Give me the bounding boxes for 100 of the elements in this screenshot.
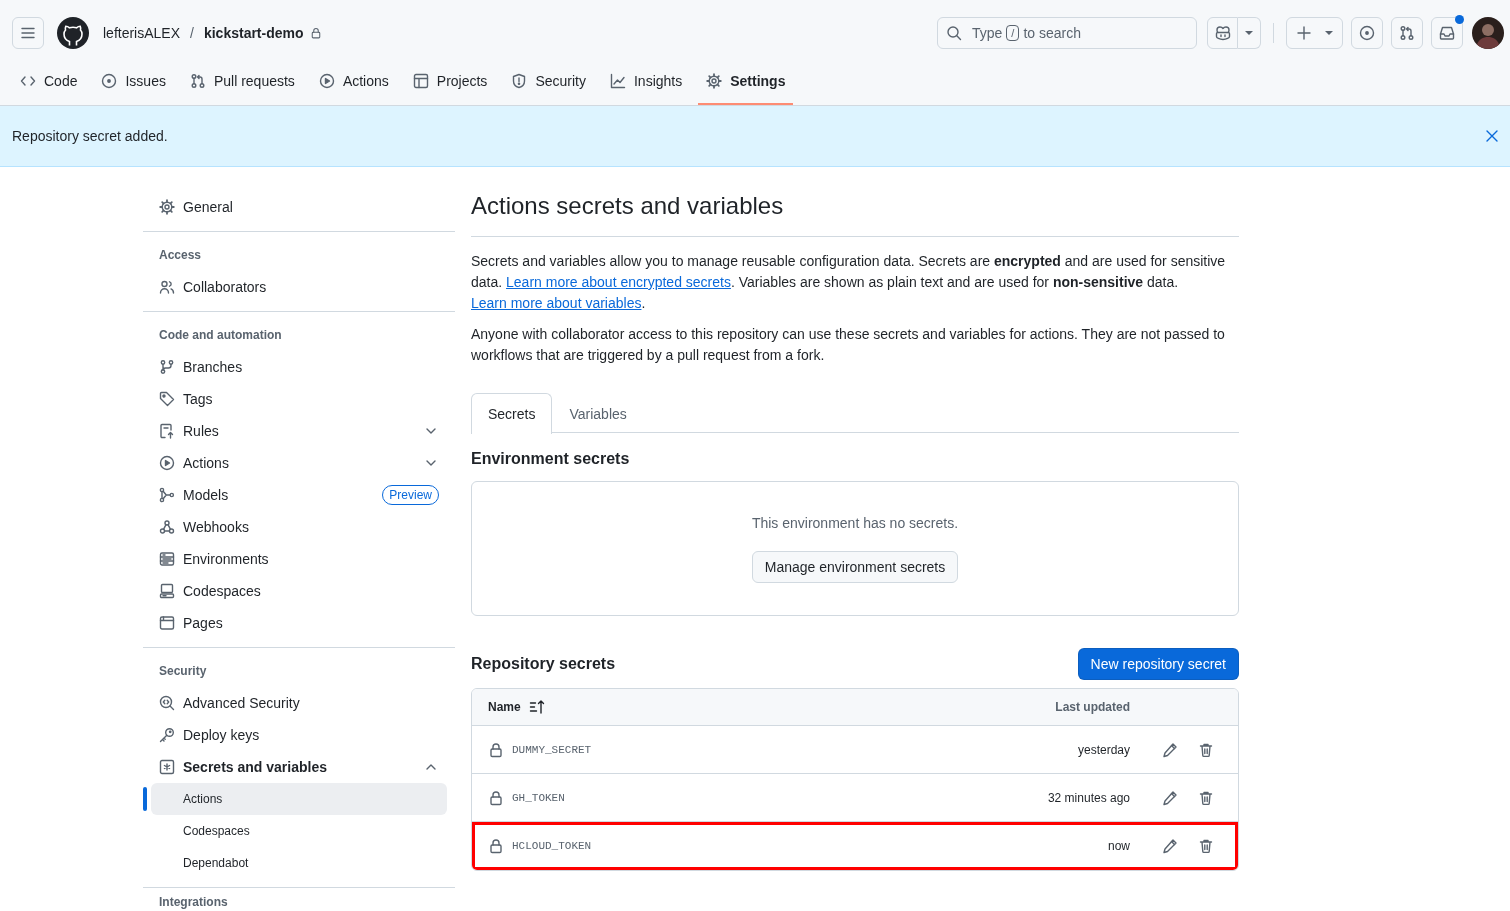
tab[interactable]: Variables [552, 393, 644, 434]
section-heading: Code and automation [158, 327, 283, 343]
path-separator: / [190, 25, 194, 41]
sidebar-item[interactable]: Deploy keys [151, 719, 447, 751]
repo-tab[interactable]: Projects [404, 65, 496, 105]
description-text: Secrets and variables allow you to manage reusable configuration data. Secrets are encrypted and are used for sensitive data. Learn more about encrypted secrets. Variables are shown as plain text and are used for non-sensitive data. Learn more about variables. [471, 252, 1227, 313]
section-heading: Repository secrets [471, 654, 616, 674]
branch-icon [159, 359, 175, 375]
trash-icon [1198, 741, 1214, 758]
sidebar-item[interactable]: Collaborators [151, 271, 447, 303]
close-button[interactable] [1484, 128, 1500, 144]
owner-link[interactable]: lefterisALEX [103, 25, 181, 41]
trash-icon [1198, 789, 1214, 806]
server-icon [159, 551, 175, 567]
pull-request-icon [1399, 25, 1415, 41]
sidebar-item[interactable]: Actions [151, 447, 447, 479]
sidebar-item[interactable]: Branches [151, 351, 447, 383]
play-icon [318, 72, 335, 89]
magnifier-code-icon [159, 695, 175, 711]
sidebar-item[interactable]: Dependabot [151, 847, 447, 879]
sidebar-item[interactable]: Advanced Security [151, 687, 447, 719]
secret-name: GH_TOKEN [512, 791, 566, 804]
sidebar-item[interactable]: General [151, 191, 447, 223]
menu-button[interactable] [12, 17, 44, 49]
manage-button[interactable]: Manage environment secrets [751, 551, 959, 583]
section-heading: Access [158, 247, 203, 263]
pull-request-icon [189, 72, 206, 89]
plus-icon [1296, 25, 1312, 41]
caret-icon [1325, 31, 1333, 35]
selection-indicator [143, 787, 147, 811]
trash-icon [1198, 838, 1214, 854]
table-icon [412, 72, 429, 89]
sidebar-item[interactable]: Actions [151, 783, 447, 815]
play-icon [159, 455, 175, 471]
gear-icon [159, 199, 175, 215]
caret-icon [1245, 31, 1253, 35]
sidebar-item[interactable]: Webhooks [151, 511, 447, 543]
pull-requests-button[interactable] [1391, 17, 1423, 49]
repo-tab[interactable]: Issues [93, 65, 174, 105]
repo-tab[interactable]: Security [503, 65, 594, 105]
repo-tab[interactable]: Pull requests [181, 65, 303, 105]
sidebar-item[interactable]: Environments [151, 543, 447, 575]
tag-icon [159, 391, 175, 407]
page-title: Actions secrets and variables [471, 191, 1239, 237]
updated-time: now [1108, 839, 1130, 853]
docs-link[interactable]: Learn more about encrypted secrets [506, 274, 731, 290]
pencil-icon [1162, 741, 1178, 758]
new-secret-button[interactable]: New repository secret [1077, 648, 1239, 680]
menu-icon [20, 25, 36, 41]
people-icon [159, 279, 175, 295]
sidebar-item[interactable]: Codespaces [151, 815, 447, 847]
asterisk-box-icon [159, 759, 175, 775]
repo-link[interactable]: kickstart-demo [203, 25, 304, 41]
nodes-icon [159, 487, 175, 503]
description-text: Anyone with collaborator access to this repository can use these secrets and variables for actions. They are not passed to workflows that are triggered by a pull request from a fork. [471, 325, 1226, 365]
pencil-icon [1162, 838, 1178, 854]
close-icon [1484, 128, 1500, 144]
repo-tab[interactable]: Insights [601, 65, 691, 105]
repo-tab[interactable]: Code [12, 65, 86, 105]
lock-icon [488, 838, 504, 854]
key-icon [159, 727, 175, 743]
sidebar-item[interactable]: Codespaces [151, 575, 447, 607]
search-field[interactable]: Type / to search [937, 17, 1197, 49]
secret-name: HCLOUD_TOKEN [512, 840, 593, 852]
lock-icon [488, 789, 504, 806]
updated-time: 32 minutes ago [1047, 790, 1130, 805]
updated-time: yesterday [1077, 742, 1130, 757]
flash-message: Repository secret added. [12, 127, 168, 146]
logo-icon[interactable] [57, 17, 89, 49]
column-header: Name [488, 700, 521, 714]
repo-tab[interactable]: Actions [310, 65, 397, 105]
section-heading: Security [158, 663, 208, 679]
shield-icon [511, 72, 528, 89]
tab[interactable]: Secrets [471, 393, 553, 434]
document-arrow-icon [159, 423, 175, 439]
create-button[interactable] [1286, 17, 1343, 49]
inbox-button[interactable] [1431, 17, 1463, 49]
bot-icon [1214, 25, 1231, 41]
user-avatar[interactable] [1472, 17, 1504, 49]
sidebar-item[interactable]: Pages [151, 607, 447, 639]
empty-message: This environment has no secrets. [751, 514, 959, 533]
sidebar-item[interactable]: Models Preview [151, 479, 447, 511]
sort-icon[interactable] [528, 699, 545, 715]
computer-icon [159, 583, 175, 599]
sidebar-item[interactable]: Secrets and variables [151, 751, 447, 783]
sidebar-item[interactable]: Rules [151, 415, 447, 447]
issues-button[interactable] [1351, 17, 1383, 49]
lock-icon [488, 741, 504, 758]
sidebar-item[interactable]: Tags [151, 383, 447, 415]
circle-dot-icon [1359, 25, 1375, 41]
bot-button[interactable] [1207, 17, 1238, 49]
search-icon [946, 25, 962, 41]
graph-icon [609, 72, 626, 89]
section-heading: Integrations [158, 894, 229, 910]
pencil-icon [1162, 789, 1178, 806]
inbox-icon [1439, 25, 1455, 41]
browser-icon [159, 615, 175, 631]
section-heading: Environment secrets [471, 449, 631, 469]
column-header: Last updated [1055, 700, 1130, 714]
shortcut-key: / [1006, 25, 1020, 41]
